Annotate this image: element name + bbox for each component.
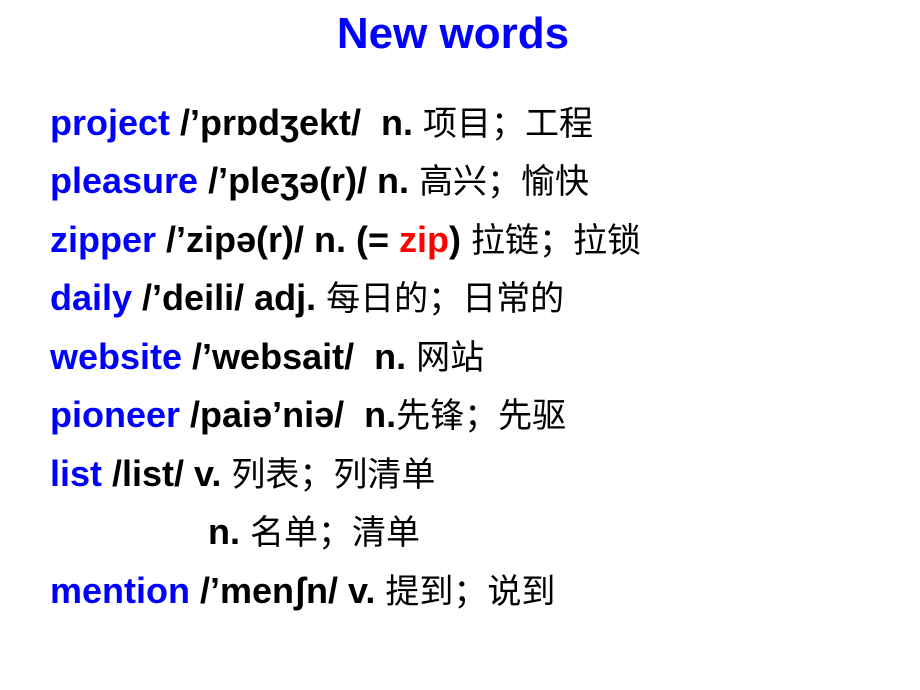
vocab-entry-list: list /list/ v. 列表；列清单 — [50, 452, 435, 497]
phonetic: /’zipə(r)/ n. (= — [156, 219, 400, 260]
vocab-entry-list-noun: n. 名单；清单 — [208, 510, 420, 555]
meaning: 每日的；日常的 — [326, 279, 565, 319]
phonetic: /’prɒdʒekt/ n. — [170, 102, 423, 143]
synonym-highlight: zip — [399, 219, 450, 260]
meaning: 拉链；拉锁 — [471, 221, 642, 261]
part-of-speech: n. — [208, 511, 250, 552]
meaning: 项目；工程 — [423, 104, 593, 144]
headword: list — [50, 453, 103, 494]
vocab-entry-pioneer: pioneer /paiə’niə/ n.先锋；先驱 — [50, 393, 566, 438]
phonetic: /list/ v. — [102, 453, 232, 494]
headword: mention — [50, 570, 190, 611]
phonetic: /’websait/ n. — [182, 336, 417, 377]
phonetic: /’pleʒə(r)/ n. — [198, 160, 420, 201]
phonetic: /paiə’niə/ n. — [180, 394, 397, 435]
vocab-entry-pleasure: pleasure /’pleʒə(r)/ n. 高兴；愉快 — [50, 159, 589, 204]
meaning: 提到；说到 — [385, 572, 556, 612]
headword: website — [50, 336, 183, 377]
headword: daily — [50, 277, 133, 318]
vocab-entry-project: project /’prɒdʒekt/ n. 项目；工程 — [50, 101, 593, 146]
headword: pioneer — [50, 394, 181, 435]
headword: pleasure — [50, 160, 199, 201]
vocab-entry-daily: daily /’deili/ adj. 每日的；日常的 — [50, 276, 564, 321]
vocab-entry-mention: mention /’menʃn/ v. 提到；说到 — [50, 569, 555, 614]
vocab-entry-zipper: zipper /’zipə(r)/ n. (= zip) 拉链；拉锁 — [50, 218, 641, 263]
paren-close: ) — [449, 219, 472, 260]
slide-title: New words — [336, 9, 570, 58]
meaning: 高兴；愉快 — [419, 162, 590, 202]
meaning: 名单；清单 — [250, 513, 420, 553]
phonetic: /’menʃn/ v. — [190, 570, 386, 611]
vocab-entry-website: website /’websait/ n. 网站 — [50, 335, 484, 380]
phonetic: /’deili/ adj. — [132, 277, 327, 318]
headword: project — [50, 102, 171, 143]
meaning: 先锋；先驱 — [396, 396, 567, 436]
meaning: 网站 — [416, 338, 485, 378]
headword: zipper — [50, 219, 157, 260]
meaning: 列表；列清单 — [231, 455, 436, 495]
